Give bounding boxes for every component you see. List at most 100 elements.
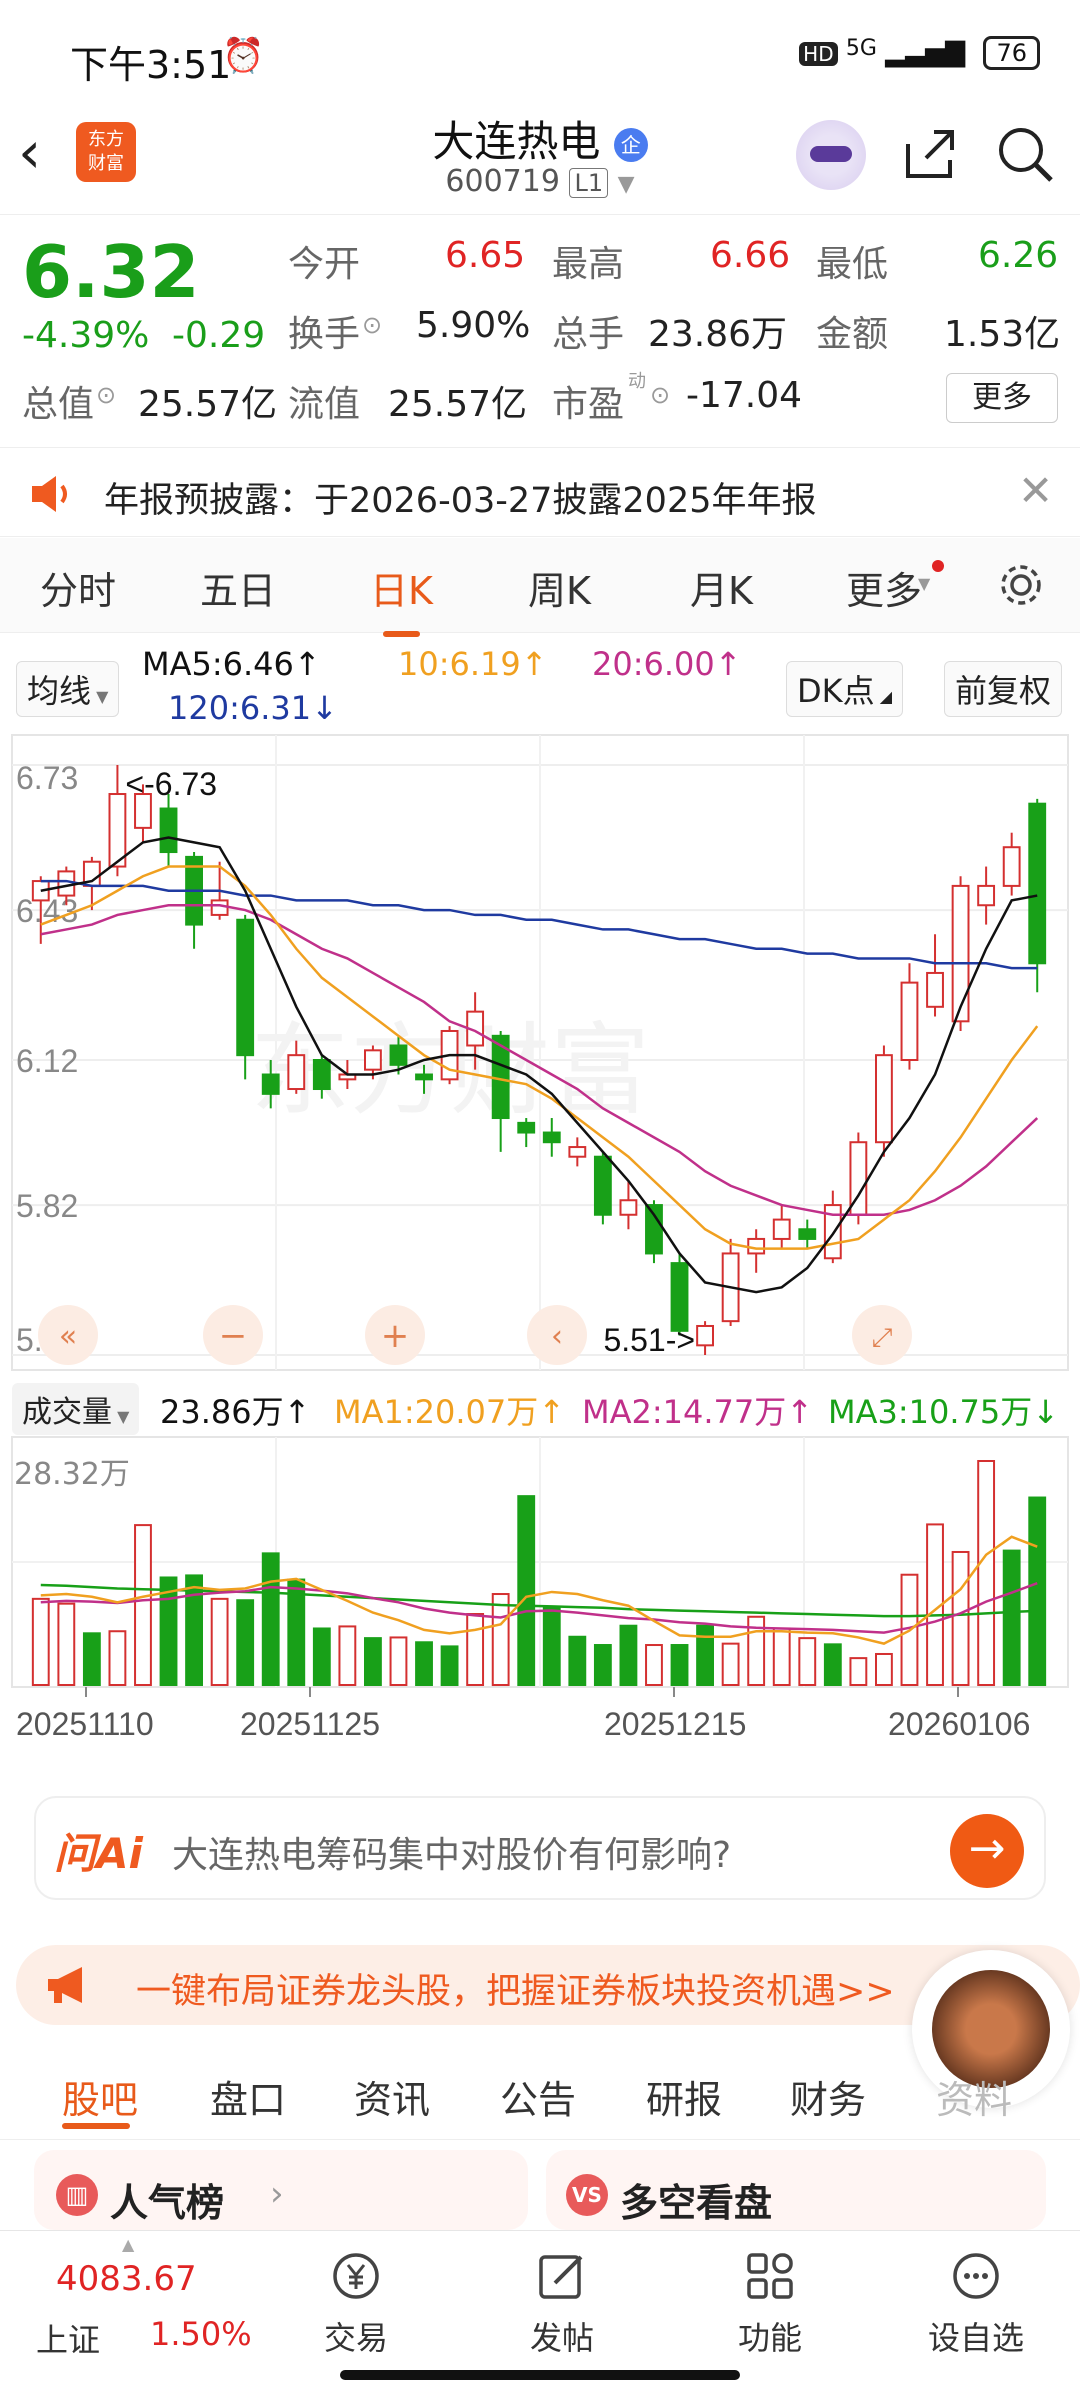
chevron-right-icon: › [270, 2174, 284, 2214]
change-percent: -4.39% [22, 315, 150, 356]
plus-icon: + [381, 1316, 410, 1356]
tab-news[interactable]: 资讯 [354, 2069, 430, 2124]
nav-add-watchlist[interactable]: 设自选 [906, 2231, 1046, 2359]
stock-name: 大连热电 [432, 117, 601, 166]
tab-pankou[interactable]: 盘口 [210, 2069, 286, 2124]
high-value: 6.66 [710, 235, 791, 276]
high-price-annotation: <-6.73 [125, 766, 217, 802]
volume-bar-up [951, 1550, 970, 1686]
x-tick-label: 20251125 [240, 1706, 380, 1742]
nav-functions[interactable]: 功能 [700, 2231, 840, 2359]
tab-research[interactable]: 研报 [646, 2069, 722, 2124]
candle-up [287, 1054, 306, 1091]
volume-bar-up [108, 1630, 127, 1686]
kline-chart[interactable]: 东方财富 6.736.436.125.825.51 <-6.735.51-> «… [0, 635, 1080, 1765]
vs-icon: VS [566, 2174, 608, 2216]
stock-code: 600719 [445, 164, 560, 199]
tab-weekly-k[interactable]: 周K [528, 560, 591, 615]
enterprise-badge: 企 [613, 127, 648, 162]
tab-more[interactable]: 更多 [846, 560, 922, 615]
popularity-title: 人气榜 [110, 2181, 225, 2225]
info-icon[interactable]: ⊙ [650, 381, 670, 409]
low-price-annotation: 5.51-> [603, 1322, 695, 1358]
tab-intraday[interactable]: 分时 [40, 560, 116, 615]
arrow-right-icon[interactable]: → [950, 1814, 1024, 1888]
candle-down [593, 1155, 612, 1216]
volume-bar-down [696, 1624, 714, 1686]
volume-indicator-dropdown[interactable]: 成交量 ▼ [12, 1383, 140, 1435]
current-price: 6.32 [22, 230, 200, 314]
status-bar: 下午3:51 ⏰ HD 5G ▂▃▅▇ 76 [0, 0, 1080, 100]
candle-down [798, 1228, 817, 1240]
tab-5day[interactable]: 五日 [200, 560, 276, 615]
tab-finance[interactable]: 财务 [790, 2069, 866, 2124]
low-value: 6.26 [978, 235, 1059, 276]
robot-assistant-icon[interactable] [796, 120, 866, 190]
volume-bar-down [593, 1644, 612, 1686]
change-amount: -0.29 [172, 315, 266, 356]
popularity-card[interactable]: ▥ 人气榜 › [34, 2150, 528, 2230]
volume-bar-up [645, 1644, 663, 1686]
close-icon[interactable]: ✕ [1018, 466, 1053, 515]
volume-bar-up [57, 1602, 76, 1687]
notice-text: 年报预披露：于2026-03-27披露2025年年报 [104, 481, 817, 521]
status-right: HD 5G ▂▃▅▇ 76 [799, 36, 1040, 70]
nav-post-label: 发帖 [529, 2319, 594, 2357]
vol-ma3-legend: MA3:10.75万↓ [828, 1393, 1060, 1431]
pe-superscript: 动 [628, 371, 646, 392]
open-value: 6.65 [445, 235, 526, 276]
volume-bar-down [1002, 1549, 1021, 1686]
bull-bear-title: 多空看盘 [620, 2181, 773, 2225]
share-icon[interactable] [900, 124, 960, 184]
status-time: 下午3:51 [70, 43, 232, 87]
nav-functions-label: 功能 [737, 2319, 802, 2357]
search-icon[interactable] [995, 124, 1055, 184]
megaphone-icon [48, 1967, 82, 2003]
more-circle-icon [953, 2253, 999, 2299]
index-name[interactable]: 上证 [36, 2315, 100, 2361]
index-value[interactable]: 4083.67 [56, 2259, 197, 2299]
volume-bar-up [772, 1627, 791, 1687]
ai-question-box[interactable]: 问Ai 大连热电筹码集中对股价有何影响? → [34, 1796, 1046, 1900]
ai-question-text: 大连热电筹码集中对股价有何影响? [172, 1835, 732, 1876]
volume-bar-up [134, 1524, 152, 1686]
nav-post[interactable]: 发帖 [492, 2231, 632, 2359]
red-dot-badge [932, 560, 944, 572]
x-tick-label: 20251215 [604, 1706, 746, 1742]
candle-up [875, 1054, 893, 1144]
home-indicator [340, 2370, 740, 2380]
tab-monthly-k[interactable]: 月K [690, 560, 753, 615]
candle-down [312, 1059, 331, 1091]
tab-daily-k[interactable]: 日K [370, 560, 433, 637]
info-icon[interactable]: ⊙ [96, 381, 116, 409]
x-tick-label: 20260106 [888, 1706, 1030, 1742]
tab-guba[interactable]: 股吧 [62, 2069, 138, 2124]
signal-icon: ▂▃▅▇ [885, 38, 966, 68]
volume-bar-up [491, 1593, 510, 1687]
nav-trade[interactable]: 交易 [286, 2231, 426, 2359]
mktcap-label: 总值 [22, 384, 95, 425]
info-icon[interactable]: ⊙ [362, 311, 382, 339]
bull-bear-card[interactable]: VS 多空看盘 [546, 2150, 1046, 2230]
candle-down [670, 1262, 689, 1332]
candle-up [977, 884, 996, 907]
x-axis-labels: 20251110 20251125 20251215 20260106 [16, 1687, 1030, 1742]
volume-max-label: 28.32万 [14, 1457, 130, 1492]
hd-icon: HD [799, 42, 838, 66]
index-percent[interactable]: 1.50% [150, 2315, 252, 2353]
more-button[interactable]: 更多 [946, 373, 1058, 423]
caret-up-icon: ▲ [122, 2235, 135, 2254]
ai-logo: 问Ai [54, 1829, 143, 1878]
mktcap-value: 25.57亿 [138, 384, 278, 425]
notice-bar[interactable]: 年报预披露：于2026-03-27披露2025年年报 ✕ [0, 447, 1080, 537]
candle-up [619, 1199, 638, 1216]
turnover-label: 换手 [288, 314, 361, 355]
tab-announcements[interactable]: 公告 [500, 2069, 576, 2124]
volume-bar-down [312, 1627, 331, 1687]
minus-icon: − [219, 1316, 248, 1356]
volume-bar-down [236, 1599, 255, 1686]
volume-bars [31, 1460, 1047, 1687]
gear-icon[interactable] [996, 560, 1046, 610]
expand-icon: ⤢ [872, 1323, 893, 1353]
tab-profile[interactable]: 资料 [936, 2069, 1012, 2124]
